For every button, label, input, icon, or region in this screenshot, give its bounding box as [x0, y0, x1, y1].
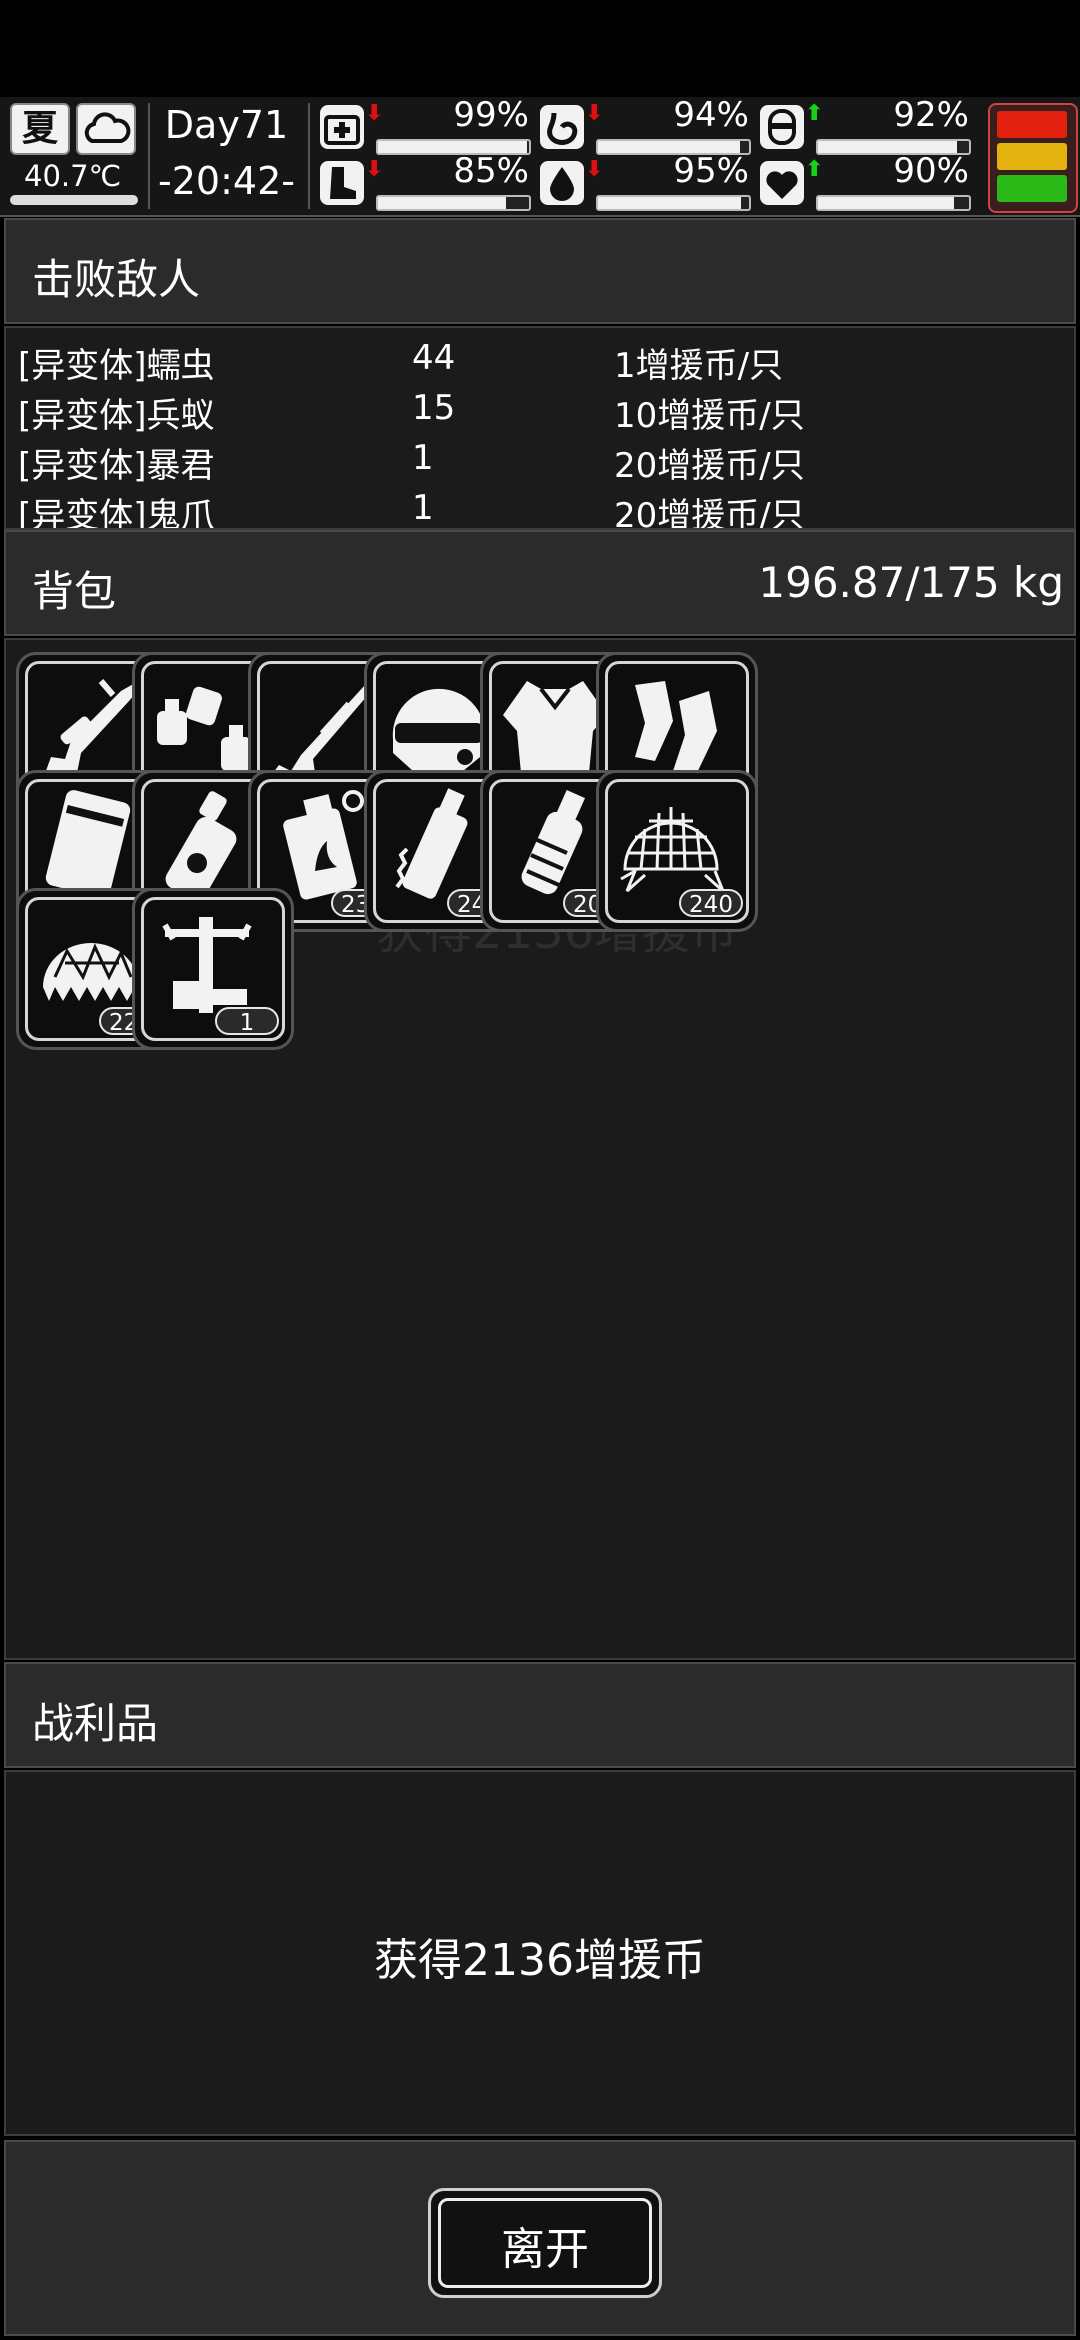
enemy-name: [异变体]兵蚁 — [18, 396, 215, 436]
backpack-weight: 196.87/175 kg — [758, 558, 1064, 607]
hunger-stat: ⬇ 94% — [540, 95, 755, 155]
health-stat: ⬇ 99% — [320, 95, 535, 155]
inventory-slot[interactable]: 1 — [132, 888, 294, 1050]
stamina-stat: ⬇ 85% — [320, 151, 535, 211]
backpack-grid: 获得2136增援币 1 237 1 1 1 1 1 240 237 240 20… — [4, 638, 1076, 1660]
loot-message: 获得2136增援币 — [374, 1935, 706, 1986]
enemy-count: 44 — [412, 338, 456, 378]
inventory-slot[interactable]: 240 — [596, 770, 758, 932]
trend-down-icon: ⬇ — [365, 157, 384, 182]
item-count: 240 — [679, 889, 743, 918]
water-drop-icon — [540, 161, 584, 205]
trend-up-icon: ⬆ — [805, 101, 824, 126]
yellow-light — [997, 143, 1067, 170]
trend-down-icon: ⬇ — [365, 101, 384, 126]
backpack-title: 背包 — [32, 567, 117, 616]
loot-panel: 获得2136增援币 — [4, 1770, 1076, 2136]
temperature-bar — [10, 195, 138, 205]
enemy-name: [异变体]鬼爪 — [18, 496, 215, 530]
temperature-text: 40.7℃ — [24, 159, 122, 193]
leave-button[interactable]: 离开 — [428, 2188, 662, 2298]
trend-up-icon: ⬆ — [805, 157, 824, 182]
trend-down-icon: ⬇ — [585, 101, 604, 126]
item-count: 1 — [215, 1007, 279, 1036]
enemy-count: 1 — [412, 488, 434, 528]
red-light — [997, 111, 1067, 138]
trend-down-icon: ⬇ — [585, 157, 604, 182]
status-bar: 夏 40.7℃ Day71 -20:42- ⬇ 99% ⬇ 94% ⬆ 92% … — [0, 95, 1080, 217]
medkit-icon — [320, 105, 364, 149]
list-item: [异变体]鬼爪 1 20增援币/只 — [16, 488, 1066, 530]
alert-lights[interactable] — [988, 103, 1078, 213]
armor-stat: ⬆ 92% — [760, 95, 975, 155]
defeated-header: 击败敌人 — [4, 218, 1076, 324]
thirst-value: 95% — [673, 151, 749, 191]
stomach-icon — [540, 105, 584, 149]
list-item: [异变体]兵蚁 15 10增援币/只 — [16, 388, 1066, 436]
cloud-icon — [76, 103, 136, 155]
armor-value: 92% — [893, 95, 969, 135]
helmet-icon — [760, 105, 804, 149]
leave-button-label: 离开 — [501, 2224, 589, 2275]
enemy-reward: 10增援币/只 — [614, 396, 805, 436]
loot-header: 战利品 — [4, 1662, 1076, 1768]
enemy-count: 15 — [412, 388, 456, 428]
heart-icon — [760, 161, 804, 205]
enemy-reward: 1增援币/只 — [614, 346, 784, 386]
thirst-bar — [596, 195, 751, 211]
enemy-reward: 20增援币/只 — [614, 496, 805, 530]
boot-icon — [320, 161, 364, 205]
enemy-name: [异变体]暴君 — [18, 446, 215, 486]
season-badge: 夏 — [10, 103, 70, 155]
enemy-count: 1 — [412, 438, 434, 478]
green-light — [997, 175, 1067, 202]
thirst-stat: ⬇ 95% — [540, 151, 755, 211]
stamina-bar — [376, 195, 531, 211]
health-value: 99% — [453, 95, 529, 135]
defeated-title: 击败敌人 — [32, 255, 201, 304]
enemy-name: [异变体]蠕虫 — [18, 346, 215, 386]
loot-title: 战利品 — [32, 1699, 159, 1748]
divider — [148, 103, 150, 209]
stamina-value: 85% — [453, 151, 529, 191]
list-item: [异变体]蠕虫 44 1增援币/只 — [16, 338, 1066, 386]
clock-time: -20:42- — [158, 159, 295, 203]
mood-value: 90% — [893, 151, 969, 191]
mood-stat: ⬆ 90% — [760, 151, 975, 211]
day-counter: Day71 — [164, 103, 289, 147]
mood-bar — [816, 195, 971, 211]
divider — [308, 103, 310, 209]
list-item: [异变体]暴君 1 20增援币/只 — [16, 438, 1066, 486]
enemy-reward: 20增援币/只 — [614, 446, 805, 486]
defeated-list[interactable]: [异变体]蠕虫 44 1增援币/只 [异变体]兵蚁 15 10增援币/只 [异变… — [4, 326, 1076, 530]
backpack-header: 背包 196.87/175 kg — [4, 530, 1076, 636]
hunger-value: 94% — [673, 95, 749, 135]
